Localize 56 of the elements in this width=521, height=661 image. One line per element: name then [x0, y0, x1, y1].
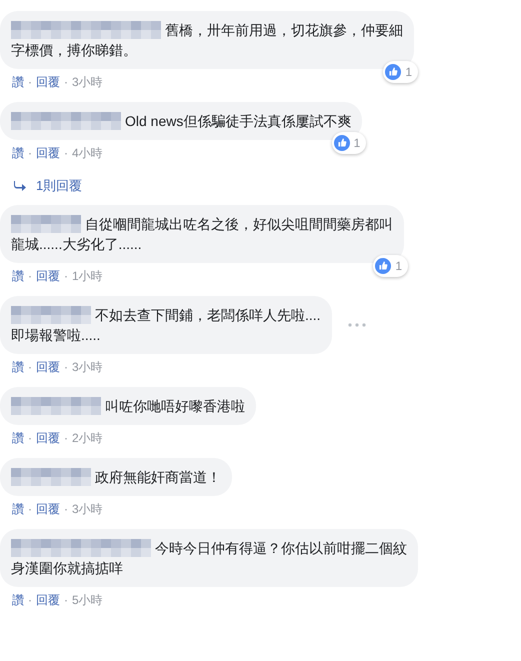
like-link[interactable]: 讚 [12, 73, 24, 91]
like-link[interactable]: 讚 [12, 266, 24, 284]
comment-text: 舊橋，卅年前用過，切花旗參，仲要細 [165, 21, 403, 40]
separator: · [64, 145, 68, 162]
comment-text: 政府無能奸商當道！ [95, 468, 221, 486]
like-link[interactable]: 讚 [12, 358, 24, 376]
reply-link[interactable]: 回覆 [36, 144, 60, 162]
comment-text: 龍城......大劣化了...... [11, 234, 142, 254]
separator: · [28, 430, 32, 446]
like-link[interactable]: 讚 [12, 144, 24, 162]
comment-text: 不如去查下間鋪，老闆係咩人先啦.... [95, 306, 321, 324]
separator: · [64, 500, 68, 518]
separator: · [64, 358, 68, 376]
separator: · [64, 74, 68, 91]
comment-time: 3小時 [72, 358, 103, 376]
comment-time: 3小時 [72, 74, 103, 91]
comment-text: 叫咗你哋唔好嚟香港啦 [105, 396, 245, 416]
reply-link[interactable]: 回覆 [36, 590, 60, 608]
reply-arrow-icon [14, 180, 26, 191]
like-link[interactable]: 讚 [12, 500, 24, 518]
comment-text: 今時今日仲有得逼？你估以前咁擺二個紋 [155, 538, 407, 558]
like-link[interactable]: 讚 [12, 590, 24, 608]
reply-link[interactable]: 回覆 [36, 428, 60, 446]
separator: · [28, 268, 32, 284]
comment-text: Old news但係騙徒手法真係屢試不爽 [125, 112, 352, 131]
separator: · [64, 592, 68, 608]
reaction-count[interactable]: 1 [383, 61, 418, 83]
comment-text: 字標價，搏你睇錯。 [11, 41, 137, 60]
more-icon[interactable] [348, 322, 366, 326]
comment-text: 身漢圍你就搞掂咩 [11, 558, 123, 578]
separator: · [28, 74, 32, 91]
comment-text: 即場報警啦..... [11, 326, 100, 344]
blurred-name [11, 214, 81, 232]
like-link[interactable]: 讚 [12, 428, 24, 446]
reaction-count[interactable]: 1 [332, 132, 366, 154]
comment-time: 3小時 [72, 500, 103, 518]
comment-text: 自從嗰間龍城出咗名之後，好似尖咀間間藥房都叫 [85, 214, 393, 234]
comment-time: 5小時 [72, 592, 103, 608]
thumbs-up-icon [334, 135, 350, 151]
view-replies-link[interactable]: 1則回覆 [36, 176, 82, 196]
separator: · [28, 500, 32, 518]
comment-time: 2小時 [72, 430, 103, 446]
reply-link[interactable]: 回覆 [36, 266, 60, 284]
separator: · [28, 592, 32, 608]
reaction-count[interactable]: 1 [373, 254, 408, 276]
separator: · [28, 358, 32, 376]
comment-time: 4小時 [72, 145, 103, 162]
reply-link[interactable]: 回覆 [36, 73, 60, 91]
separator: · [28, 145, 32, 162]
reply-link[interactable]: 回覆 [36, 358, 60, 376]
separator: · [64, 268, 68, 284]
thumbs-up-icon [385, 64, 402, 80]
thumbs-up-icon [375, 258, 392, 274]
comment-time: 1小時 [72, 268, 103, 284]
separator: · [64, 430, 68, 446]
reply-link[interactable]: 回覆 [36, 500, 60, 518]
